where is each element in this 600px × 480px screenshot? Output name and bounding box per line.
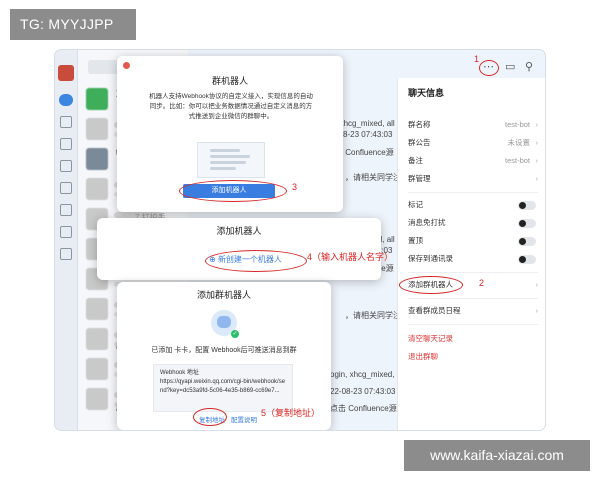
exit-group-button[interactable]: 退出群聊 [408,350,538,364]
mark-toggle[interactable] [518,201,536,210]
clear-history-button[interactable]: 清空聊天记录 [408,332,538,346]
chevron-right-icon: › [535,306,539,315]
highlight-ellipse [399,276,463,294]
annotation-4: 4（输入机器人名字） [307,252,394,262]
remark-label: 备注 [408,156,423,165]
annotation-3: 3 [292,182,298,192]
chevron-right-icon: › [535,174,539,183]
dnd-toggle[interactable] [518,219,536,228]
settings-icon[interactable] [60,248,72,260]
chat-info-panel: 聊天信息 群名称 test-bot › 群公告 未设置 › 备注 test-bo… [397,78,545,430]
success-message: 已添加 卡卡，配置 Webhook后可推送消息到群 [151,347,297,354]
contacts-icon[interactable] [60,116,72,128]
chevron-right-icon: › [535,156,539,165]
config-guide-link[interactable]: 配置说明 [231,414,257,424]
mark-row: 标记 [408,198,538,212]
video-icon[interactable]: ▭ [505,60,515,73]
webhook-box: Webhook 地址 https://qyapi.weixin.qq.com/c… [153,364,293,412]
mark-label: 标记 [408,200,423,209]
docs-icon[interactable] [60,160,72,172]
annotation-2: 2 [479,278,485,288]
highlight-ellipse [179,180,287,202]
webhook-url[interactable]: https://qyapi.weixin.qq.com/cgi-bin/webh… [160,378,286,396]
schedule-label: 查看群成员日程 [408,306,461,315]
save-contacts-label: 保存到通讯录 [408,254,453,263]
chevron-right-icon: › [535,138,539,147]
remark-value: test-bot [504,156,530,165]
dialog-title: 群机器人 [211,76,248,86]
announcement-row[interactable]: 群公告 未设置 › [408,136,538,150]
message-icon[interactable] [59,94,73,106]
schedule-row[interactable]: 查看群成员日程 › [408,304,538,318]
close-icon[interactable] [123,62,130,69]
app-window: 文 te 压 压 ogin, xhcg_mixed, all 22-08-23 … [55,50,545,430]
webhook-label: Webhook 地址 [160,370,199,376]
highlight-ellipse [205,250,307,272]
chat-message: 22-08-23 07:43:03 [330,387,396,396]
pin-row: 置顶 [408,234,538,248]
apps-icon[interactable] [60,204,72,216]
announcement-value: 未设置 [507,138,531,147]
check-icon: ✓ [231,330,239,338]
panel-title: 聊天信息 [408,88,445,98]
chat-message: ogin, xhcg_mixed, all [330,370,405,379]
group-name-value: test-bot [504,120,530,129]
annotation-5: 5（复制地址） [261,408,321,418]
highlight-ellipse [193,408,227,426]
chevron-right-icon: › [535,120,539,129]
watermark-tg: TG: MYYJJPP [10,9,136,40]
watermark-site: www.kaifa-xiazai.com [404,440,590,471]
chat-message: 点击 Confluence源 [330,404,397,413]
dialog-title: 添加机器人 [216,226,262,236]
manage-label: 群管理 [408,174,431,183]
chevron-right-icon: › [535,280,539,289]
pin-toggle[interactable] [518,237,536,246]
manage-row[interactable]: 群管理 › [408,172,538,186]
group-name-label: 群名称 [408,120,431,129]
mail-icon[interactable] [60,182,72,194]
pin-label: 置顶 [408,236,423,245]
highlight-ellipse [479,60,499,76]
remark-row[interactable]: 备注 test-bot › [408,154,538,168]
add-member-icon[interactable]: ⚲ [525,60,533,73]
org-icon[interactable] [60,226,72,238]
announcement-label: 群公告 [408,138,431,147]
app-sidebar [55,50,78,430]
calendar-icon[interactable] [60,138,72,150]
dialog-title: 添加群机器人 [196,290,251,300]
group-name-row[interactable]: 群名称 test-bot › [408,118,538,132]
dnd-label: 消息免打扰 [408,218,446,227]
save-contacts-toggle[interactable] [518,255,536,264]
dnd-row: 消息免打扰 [408,216,538,230]
save-contacts-row: 保存到通讯录 [408,252,538,266]
annotation-1: 1 [474,54,480,64]
dialog-description: 机器人支持Webhook协议的自定义接入，实现信息的自动同步。比如：你可以把业务… [149,93,313,120]
preview-image [197,142,265,178]
user-avatar[interactable] [58,65,74,81]
